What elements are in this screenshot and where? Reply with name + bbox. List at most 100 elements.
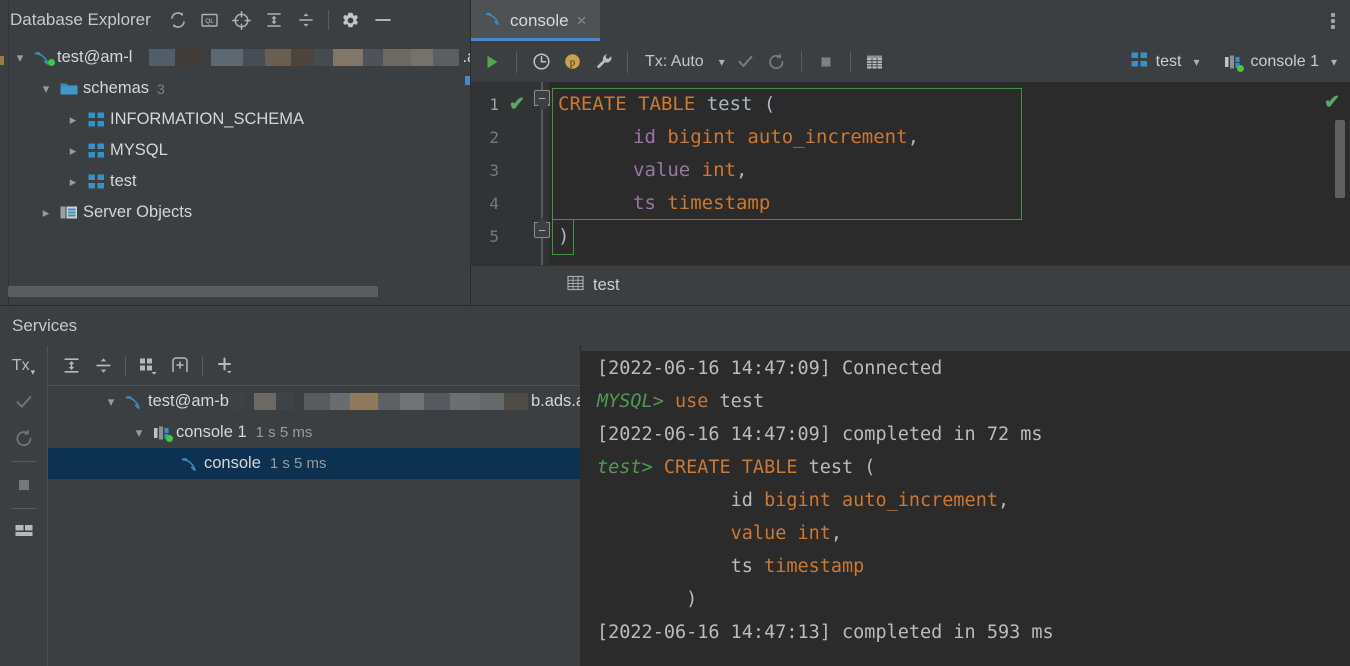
database-explorer-panel: Database Explorer QL ▾ test@am-l . ▾ sch… (0, 0, 471, 305)
services-item-console[interactable]: console 1 s 5 ms (48, 448, 580, 479)
output-text: [2022-06-16 14:47:13] completed in 593 m… (597, 622, 1054, 643)
tree-item-connection[interactable]: ▾ test@am-l . (0, 42, 470, 73)
chevron-down-icon[interactable]: ▾ (9, 50, 31, 66)
editor-toolbar-right: test ▾ console 1 ▾ (1125, 48, 1342, 76)
result-tab-test[interactable]: test (566, 274, 620, 297)
svg-text:QL: QL (206, 18, 215, 25)
execute-run-icon[interactable] (477, 47, 507, 77)
parameters-icon[interactable]: p (557, 47, 587, 77)
layout-grid-dropdown-icon[interactable] (133, 351, 163, 381)
tree-item-label: Server Objects (83, 203, 193, 221)
sql-punctuation: , (735, 159, 748, 181)
panel-indicator-nub (465, 76, 470, 85)
output-text: ) (597, 589, 698, 610)
services-tree[interactable]: ▾ test@am-b b.ads. ▾ console 1 1 s 5 ms … (48, 386, 580, 666)
statement-ok-check-icon[interactable]: ✔ (509, 93, 525, 116)
editor-code-area[interactable]: CREATE TABLE test ( id bigint auto_incre… (549, 82, 1350, 265)
schema-selector-dropdown[interactable]: test ▾ (1125, 48, 1205, 76)
services-item-console-1[interactable]: ▾ console 1 1 s 5 ms (48, 417, 580, 448)
fold-collapse-end-icon[interactable]: − (534, 222, 550, 238)
schema-icon (84, 142, 108, 159)
tabbar-spacer (600, 0, 1316, 41)
output-text: test (708, 391, 765, 412)
tree-item-information-schema[interactable]: ▸ INFORMATION_SCHEMA (0, 104, 470, 135)
gutter-markers: ✔ − − (505, 82, 550, 265)
session-icon (150, 424, 174, 442)
services-title: Services (12, 316, 78, 335)
query-console-icon[interactable]: QL (195, 5, 225, 35)
line-number: 4 (489, 194, 499, 213)
output-keyword: bigint auto_increment (764, 490, 998, 511)
database-tree[interactable]: ▾ test@am-l . ▾ schemas 3 ▸ INFORMATION_… (0, 40, 470, 305)
toolbar-separator (800, 50, 802, 73)
collapse-all-icon[interactable] (291, 5, 321, 35)
close-icon[interactable]: × (576, 11, 588, 31)
inspection-status-check-icon[interactable]: ✔ (1324, 91, 1340, 114)
chevron-right-icon[interactable]: ▸ (62, 143, 84, 159)
sql-keyword: CREATE TABLE (558, 93, 707, 115)
tree-item-schemas[interactable]: ▾ schemas 3 (0, 73, 470, 104)
chevron-right-icon[interactable]: ▸ (62, 112, 84, 128)
tx-label: Tx (11, 357, 30, 374)
expand-all-icon[interactable] (56, 351, 86, 381)
layout-icon[interactable] (7, 515, 41, 549)
services-item-connection[interactable]: ▾ test@am-b b.ads. (48, 386, 580, 417)
tree-item-mysql[interactable]: ▸ MYSQL (0, 135, 470, 166)
schema-selector-label: test (1155, 52, 1182, 70)
session-status-dot (166, 434, 173, 442)
rollback-icon[interactable] (762, 47, 792, 77)
chevron-down-icon[interactable]: ▾ (35, 81, 57, 97)
tree-item-server-objects[interactable]: ▸ Server Objects (0, 197, 470, 228)
wrench-icon[interactable] (588, 47, 618, 77)
tree-item-test-schema[interactable]: ▸ test (0, 166, 470, 197)
sql-punctuation: ( (752, 93, 776, 115)
chevron-right-icon[interactable]: ▸ (35, 205, 57, 221)
settings-gear-icon[interactable] (336, 5, 366, 35)
more-options-kebab-icon[interactable] (1316, 0, 1350, 41)
sql-editor[interactable]: 1 2 3 4 5 ✔ − − CREATE TABLE test (id b… (471, 82, 1350, 265)
minimize-icon[interactable] (368, 5, 398, 35)
tx-dropdown[interactable]: Tx ▾ (7, 349, 41, 383)
services-item-duration: 1 s 5 ms (269, 455, 327, 472)
output-line: test> CREATE TABLE test ( (597, 451, 1350, 484)
explorer-hscrollbar-track[interactable] (0, 286, 470, 302)
editor-gutter[interactable]: 1 2 3 4 5 ✔ − − (471, 82, 550, 265)
sql-punctuation: ) (558, 225, 570, 247)
add-dropdown-icon[interactable] (210, 351, 240, 381)
commit-check-icon[interactable] (7, 385, 41, 419)
session-selector-dropdown[interactable]: console 1 ▾ (1218, 50, 1342, 74)
toolbar-separator (10, 461, 37, 462)
chevron-down-icon[interactable]: ▾ (100, 394, 122, 410)
stop-icon[interactable] (811, 47, 841, 77)
editor-vertical-scrollbar[interactable] (1335, 120, 1345, 198)
fold-collapse-icon[interactable]: − (534, 90, 550, 106)
expand-all-icon[interactable] (259, 5, 289, 35)
collapse-all-icon[interactable] (88, 351, 118, 381)
services-toolbar (48, 346, 580, 386)
refresh-icon[interactable] (163, 5, 193, 35)
chevron-right-icon[interactable]: ▸ (62, 174, 84, 190)
sql-space (656, 126, 667, 148)
sql-column: value (633, 159, 691, 181)
tx-mode-dropdown[interactable]: Tx: Auto ▾ (637, 50, 730, 74)
line-number: 1 (489, 95, 499, 114)
services-output-console[interactable]: [2022-06-16 14:47:09] Connected MYSQL> u… (581, 346, 1350, 666)
new-tab-icon[interactable] (165, 351, 195, 381)
output-prompt: MYSQL> (597, 391, 675, 412)
services-item-label: console (204, 454, 261, 472)
chevron-down-icon[interactable]: ▾ (128, 425, 150, 441)
services-item-host-suffix: b.ads.aliyuncs.co (530, 392, 580, 410)
commit-check-icon[interactable] (731, 47, 761, 77)
mysql-dolphin-icon (484, 10, 503, 32)
table-editor-icon[interactable] (860, 47, 890, 77)
tab-console[interactable]: console × (471, 0, 600, 41)
rollback-icon[interactable] (7, 421, 41, 455)
history-clock-icon[interactable] (526, 47, 556, 77)
output-text: , (997, 490, 1010, 511)
scroll-from-source-icon[interactable] (227, 5, 257, 35)
table-grid-icon (566, 274, 585, 297)
stop-icon[interactable] (7, 468, 41, 502)
code-line: value int, (549, 154, 1350, 187)
explorer-hscrollbar-thumb[interactable] (8, 286, 378, 297)
